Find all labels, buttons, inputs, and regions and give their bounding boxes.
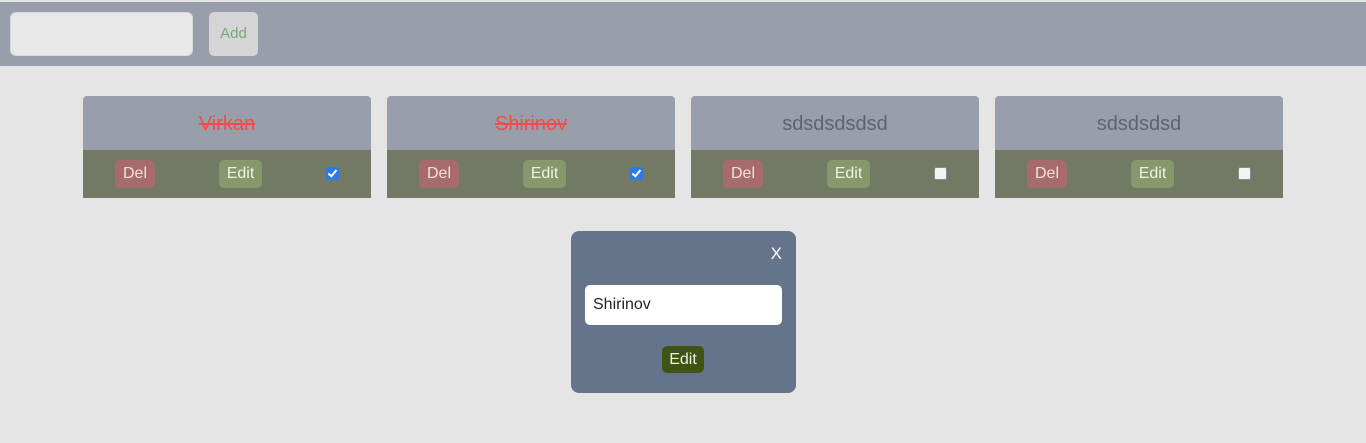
edit-button[interactable]: Edit [219,160,262,188]
modal-edit-button[interactable]: Edit [662,346,704,373]
todo-title: Shirinov [387,96,675,150]
todo-title: sdsdsdsd [995,96,1283,150]
done-checkbox[interactable] [934,167,947,180]
todo-actions: Del Edit [691,150,979,198]
done-checkbox[interactable] [326,167,339,180]
todo-card: sdsdsdsdsd Del Edit [691,96,979,198]
todo-card: Shirinov Del Edit [387,96,675,198]
edit-button[interactable]: Edit [523,160,566,188]
todo-actions: Del Edit [387,150,675,198]
close-button[interactable]: X [771,245,782,263]
delete-button[interactable]: Del [723,160,763,188]
new-item-input[interactable] [10,12,193,56]
edit-button[interactable]: Edit [827,160,870,188]
todo-title: Virkan [83,96,371,150]
edit-input[interactable] [585,285,782,325]
todo-actions: Del Edit [995,150,1283,198]
delete-button[interactable]: Del [115,160,155,188]
done-checkbox[interactable] [630,167,643,180]
edit-button[interactable]: Edit [1131,160,1174,188]
add-button[interactable]: Add [209,12,258,56]
todo-title: sdsdsdsdsd [691,96,979,150]
delete-button[interactable]: Del [419,160,459,188]
done-checkbox[interactable] [1238,167,1251,180]
delete-button[interactable]: Del [1027,160,1067,188]
edit-modal: X Edit [571,231,796,393]
todo-card: Virkan Del Edit [83,96,371,198]
todo-card: sdsdsdsd Del Edit [995,96,1283,198]
top-bar: Add [0,2,1366,66]
todo-actions: Del Edit [83,150,371,198]
